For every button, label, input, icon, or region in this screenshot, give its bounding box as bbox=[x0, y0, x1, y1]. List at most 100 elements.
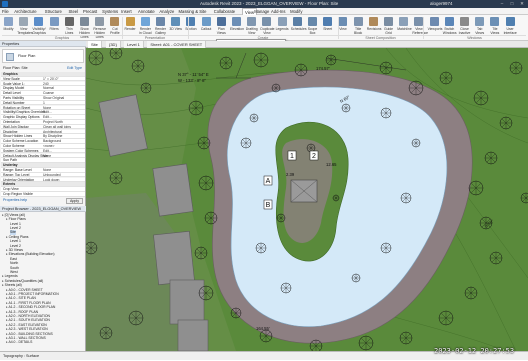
duplicate-button[interactable]: Duplicate View bbox=[260, 16, 275, 35]
project-browser-header: Project Browser - 2023_ELGGAN_OVERVIEW bbox=[0, 205, 86, 212]
viewports-icon bbox=[429, 17, 439, 26]
menu-tab-systems[interactable]: Systems bbox=[102, 8, 118, 15]
revit-logo-icon[interactable] bbox=[2, 1, 8, 7]
dimension-label[interactable]: 174.57' bbox=[316, 66, 330, 71]
section-button[interactable]: Section bbox=[184, 16, 197, 34]
cloud-render-button[interactable]: Render in Cloud bbox=[139, 16, 152, 35]
drafting-button[interactable]: Drafting View bbox=[245, 16, 258, 35]
dimension-label[interactable]: 12.65 bbox=[326, 162, 337, 167]
template-icon bbox=[19, 17, 29, 26]
ribbon-button-label: Viewports bbox=[427, 27, 443, 31]
menu-tab-architecture[interactable]: Architecture bbox=[14, 8, 36, 15]
close-inactive-button[interactable]: Close Inactive bbox=[458, 16, 471, 35]
scope-box-button[interactable]: Scope Box bbox=[306, 16, 319, 35]
ribbon-button-label: Switch Windows bbox=[442, 27, 457, 35]
view-tabs: Site {3D} Level 1 Sheet: A01 - COVER SHEET bbox=[86, 41, 528, 48]
render-button[interactable]: Render bbox=[124, 16, 137, 34]
tile-button[interactable]: Tile Views bbox=[488, 16, 501, 35]
close-button[interactable]: ✕ bbox=[517, 0, 527, 8]
browser-item-label: Legends bbox=[4, 274, 18, 279]
title-block-button[interactable]: Title Block bbox=[352, 16, 365, 35]
tag-label: A bbox=[266, 178, 271, 185]
hidden-lines-icon bbox=[80, 17, 89, 26]
properties-header: Properties bbox=[0, 41, 86, 47]
drafting-icon bbox=[247, 17, 257, 26]
tab-views-button[interactable]: Tab Views bbox=[473, 16, 486, 35]
revisions-button[interactable]: Revisions bbox=[367, 16, 382, 34]
switch-icon bbox=[444, 17, 454, 26]
view-tab[interactable]: {3D} bbox=[106, 41, 121, 48]
plan-button[interactable]: Plan Views bbox=[215, 16, 228, 35]
site-plan[interactable]: N 37° - 11' 54" EW - 133' - 8" 8" 174.57'… bbox=[86, 48, 528, 351]
type-selector-value[interactable]: Floor Plan: Site bbox=[3, 65, 28, 71]
menu-tab-file[interactable]: File bbox=[2, 8, 9, 15]
remove-lines-button[interactable]: Remove Hidden Lines bbox=[93, 16, 106, 39]
ribbon-separator bbox=[188, 17, 189, 39]
menu-tab-annotate[interactable]: Annotate bbox=[138, 8, 155, 15]
menu-tab-manage[interactable]: Manage bbox=[254, 8, 269, 15]
cloud-render-icon bbox=[140, 17, 150, 26]
cut-profile-button[interactable]: Cut Profile bbox=[108, 16, 121, 35]
grid-button[interactable]: Guide Grid bbox=[382, 16, 395, 35]
maximize-button[interactable]: □ bbox=[507, 0, 517, 8]
left-panel: Properties Floor Plan Floor Plan: Site E… bbox=[0, 41, 86, 351]
browser-item[interactable]: ▸ A4.0 - DETAILS bbox=[6, 340, 32, 344]
property-row[interactable]: Crop Region Visible bbox=[1, 192, 85, 197]
dimension-label[interactable]: 2.39 bbox=[286, 172, 295, 177]
ribbon-button-label: Duplicate View bbox=[260, 27, 275, 35]
apply-button[interactable]: Apply bbox=[66, 197, 83, 204]
dimension-label[interactable]: 164.55' bbox=[256, 326, 270, 331]
ui-button[interactable]: User Interface bbox=[504, 16, 517, 35]
view-tab[interactable]: Site bbox=[88, 41, 102, 48]
view-tab[interactable]: Sheet: A01 - COVER SHEET bbox=[147, 41, 207, 48]
hidden-lines-button[interactable]: Show Hidden Lines bbox=[78, 16, 91, 39]
type-selector[interactable]: Floor Plan bbox=[2, 49, 84, 63]
menu-tab-modify[interactable]: Modify bbox=[290, 8, 302, 15]
menu-tab-insert[interactable]: Insert bbox=[121, 8, 131, 15]
browser-item-label: Elevations (Building Elevation) bbox=[8, 252, 55, 257]
ribbon-button-label: Render bbox=[124, 27, 136, 31]
dimension-label[interactable]: N 37° - 11' 54" E bbox=[178, 72, 209, 77]
menu-tab-analyze[interactable]: Analyze bbox=[159, 8, 174, 15]
elevation-button[interactable]: Elevation bbox=[230, 16, 244, 34]
switch-button[interactable]: Switch Windows bbox=[442, 16, 457, 35]
browser-item-label: Ceiling Plans bbox=[8, 234, 29, 239]
drawing-canvas[interactable]: N 37° - 11' 54" EW - 133' - 8" 8" 174.57'… bbox=[86, 48, 528, 351]
browser-item-label: 3D Views bbox=[8, 248, 23, 252]
view-tab[interactable]: Level 1 bbox=[124, 41, 144, 48]
sheet-button[interactable]: Sheet bbox=[321, 16, 334, 34]
browser-item-label: A4.0 - DETAILS bbox=[8, 340, 33, 345]
building-4 bbox=[169, 279, 205, 325]
cursor-button[interactable]: Modify bbox=[2, 16, 15, 34]
browser-item-label: A2.0 - NORTH ELEVATION bbox=[8, 314, 50, 318]
menu-tab-structure[interactable]: Structure bbox=[45, 8, 62, 15]
edit-type-button[interactable]: Edit Type bbox=[67, 65, 82, 71]
browser-item-label: East bbox=[10, 256, 17, 261]
ribbon-button-label: Section bbox=[185, 27, 197, 31]
menu-tab-massing-site[interactable]: Massing & Site bbox=[179, 8, 207, 15]
visibility-button[interactable]: Visibility/ Graphics bbox=[32, 16, 46, 35]
browser-item-label: Level 2 bbox=[10, 243, 21, 248]
filter-button[interactable]: Filters bbox=[48, 16, 61, 34]
legend-button[interactable]: Legends bbox=[276, 16, 289, 34]
menu-tab-precast[interactable]: Precast bbox=[83, 8, 97, 15]
menu-tab-collaborate[interactable]: Collaborate bbox=[214, 8, 235, 15]
dimension-label[interactable]: W - 133' - 8" 8" bbox=[178, 78, 206, 83]
browser-item-label: A1.0 - SITE PLAN bbox=[8, 296, 36, 301]
ribbon-button-label: View Reference bbox=[412, 27, 429, 35]
menu-tab-steel[interactable]: Steel bbox=[69, 8, 79, 15]
properties-help-link[interactable]: Properties help bbox=[3, 198, 27, 202]
user-name[interactable]: aloger9974 bbox=[430, 0, 453, 8]
callout-button[interactable]: Callout bbox=[200, 16, 213, 34]
schedule-icon bbox=[292, 17, 302, 26]
template-button[interactable]: View Templates bbox=[17, 16, 33, 35]
menu-tab-add-ins[interactable]: Add-Ins bbox=[271, 8, 285, 15]
cube-button[interactable]: 3D View bbox=[169, 16, 182, 34]
thin-lines-button[interactable]: Thin Lines bbox=[63, 16, 76, 35]
tag-label: B bbox=[266, 202, 271, 209]
viewports-button[interactable]: Viewports bbox=[427, 16, 443, 34]
gallery-button[interactable]: Render Gallery bbox=[154, 16, 167, 35]
minimize-button[interactable]: – bbox=[497, 0, 507, 8]
matchline-button[interactable]: Matchline bbox=[397, 16, 412, 34]
schedule-button[interactable]: Schedules bbox=[291, 16, 307, 34]
